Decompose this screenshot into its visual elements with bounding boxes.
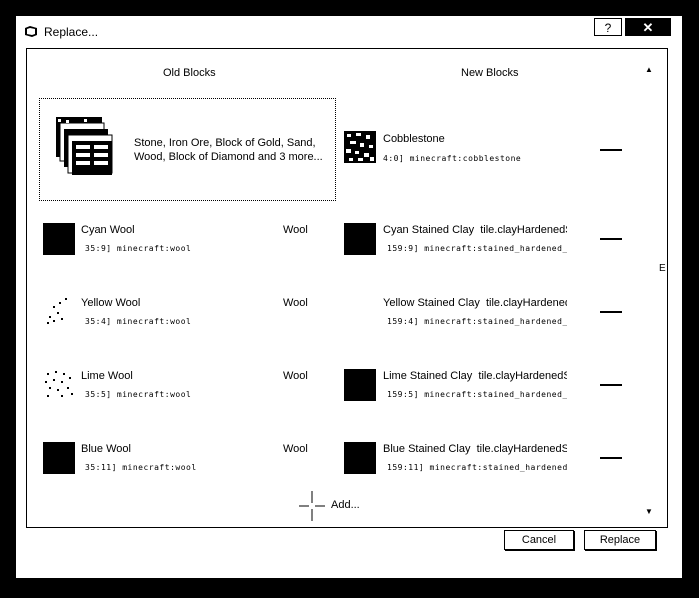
block-category: Wool — [283, 370, 308, 382]
replace-dialog: Replace... ? ✕ Old Blocks New Blocks ▲ ▼… — [14, 14, 684, 580]
cancel-button[interactable]: Cancel — [504, 530, 574, 550]
block-category: Wool — [283, 297, 308, 309]
new-block-name: Yellow Stained Clay tile.clayHardenedS — [383, 297, 567, 309]
replace-list-panel: Old Blocks New Blocks ▲ ▼ E Stone, Iron … — [26, 48, 668, 528]
old-block-name: Blue Wool — [81, 443, 131, 455]
help-button[interactable]: ? — [594, 18, 622, 36]
new-block-id: 159:11] minecraft:stained_hardened_ — [387, 463, 567, 472]
new-group-id: 4:0] minecraft:cobblestone — [383, 154, 522, 163]
new-block-tile: tile.clayHardenedSt — [476, 443, 567, 455]
new-block-name: Lime Stained Clay tile.clayHardenedSt — [383, 370, 567, 382]
old-block-name: Cyan Wool — [81, 224, 135, 236]
scroll-up-icon[interactable]: ▲ — [645, 65, 653, 74]
new-block-id: 159:9] minecraft:stained_hardened_c — [387, 244, 567, 253]
remove-dash-icon[interactable] — [600, 238, 622, 240]
block-category: Wool — [283, 443, 308, 455]
new-blocks-header: New Blocks — [461, 67, 519, 79]
add-button[interactable]: Add... — [297, 489, 397, 523]
replace-row[interactable]: Lime Wool 35:5] minecraft:wool Wool Lime… — [27, 355, 647, 415]
cyan-stained-clay-icon — [344, 223, 376, 255]
lime-stained-clay-icon — [344, 369, 376, 401]
new-group-name: Cobblestone — [383, 133, 445, 145]
replace-row[interactable]: Yellow Wool 35:4] minecraft:wool Wool Ye… — [27, 282, 647, 342]
cyan-wool-icon — [43, 223, 75, 255]
replace-button[interactable]: Replace — [584, 530, 656, 550]
old-block-name: Lime Wool — [81, 370, 133, 382]
old-block-id: 35:5] minecraft:wool — [85, 390, 192, 399]
new-block-tile: tile.clayHardenedS — [485, 297, 567, 309]
old-block-id: 35:11] minecraft:wool — [85, 463, 197, 472]
scroll-down-icon[interactable]: ▼ — [645, 507, 653, 516]
new-group-row[interactable]: Cobblestone 4:0] minecraft:cobblestone — [27, 119, 647, 179]
plus-icon — [299, 491, 325, 521]
old-block-id: 35:9] minecraft:wool — [85, 244, 192, 253]
cobblestone-icon — [344, 131, 376, 163]
window-title: Replace... — [44, 25, 99, 39]
new-block-id: 159:4] minecraft:stained_hardened_c — [387, 317, 567, 326]
scroll-marker: E — [659, 263, 666, 274]
new-block-id: 159:5] minecraft:stained_hardened_c — [387, 390, 567, 399]
blue-wool-icon — [43, 442, 75, 474]
old-block-name: Yellow Wool — [81, 297, 141, 309]
new-block-tile: tile.clayHardenedS — [480, 224, 567, 236]
remove-dash-icon[interactable] — [600, 311, 622, 313]
block-category: Wool — [283, 224, 308, 236]
new-block-name: Blue Stained Clay tile.clayHardenedSt — [383, 443, 567, 455]
replace-row[interactable]: Cyan Wool 35:9] minecraft:wool Wool Cyan… — [27, 209, 647, 269]
yellow-wool-icon — [47, 298, 67, 324]
lime-wool-icon — [45, 371, 73, 397]
remove-dash-icon[interactable] — [600, 149, 622, 151]
app-icon — [25, 26, 37, 37]
new-block-tile: tile.clayHardenedSt — [478, 370, 567, 382]
old-block-id: 35:4] minecraft:wool — [85, 317, 192, 326]
replace-row[interactable]: Blue Wool 35:11] minecraft:wool Wool Blu… — [27, 428, 647, 488]
title-bar: Replace... ? ✕ — [16, 16, 682, 46]
remove-dash-icon[interactable] — [600, 457, 622, 459]
blue-stained-clay-icon — [344, 442, 376, 474]
remove-dash-icon[interactable] — [600, 384, 622, 386]
close-button[interactable]: ✕ — [625, 18, 671, 36]
old-blocks-header: Old Blocks — [163, 67, 216, 79]
add-label: Add... — [331, 499, 360, 511]
new-block-name: Cyan Stained Clay tile.clayHardenedS — [383, 224, 567, 236]
